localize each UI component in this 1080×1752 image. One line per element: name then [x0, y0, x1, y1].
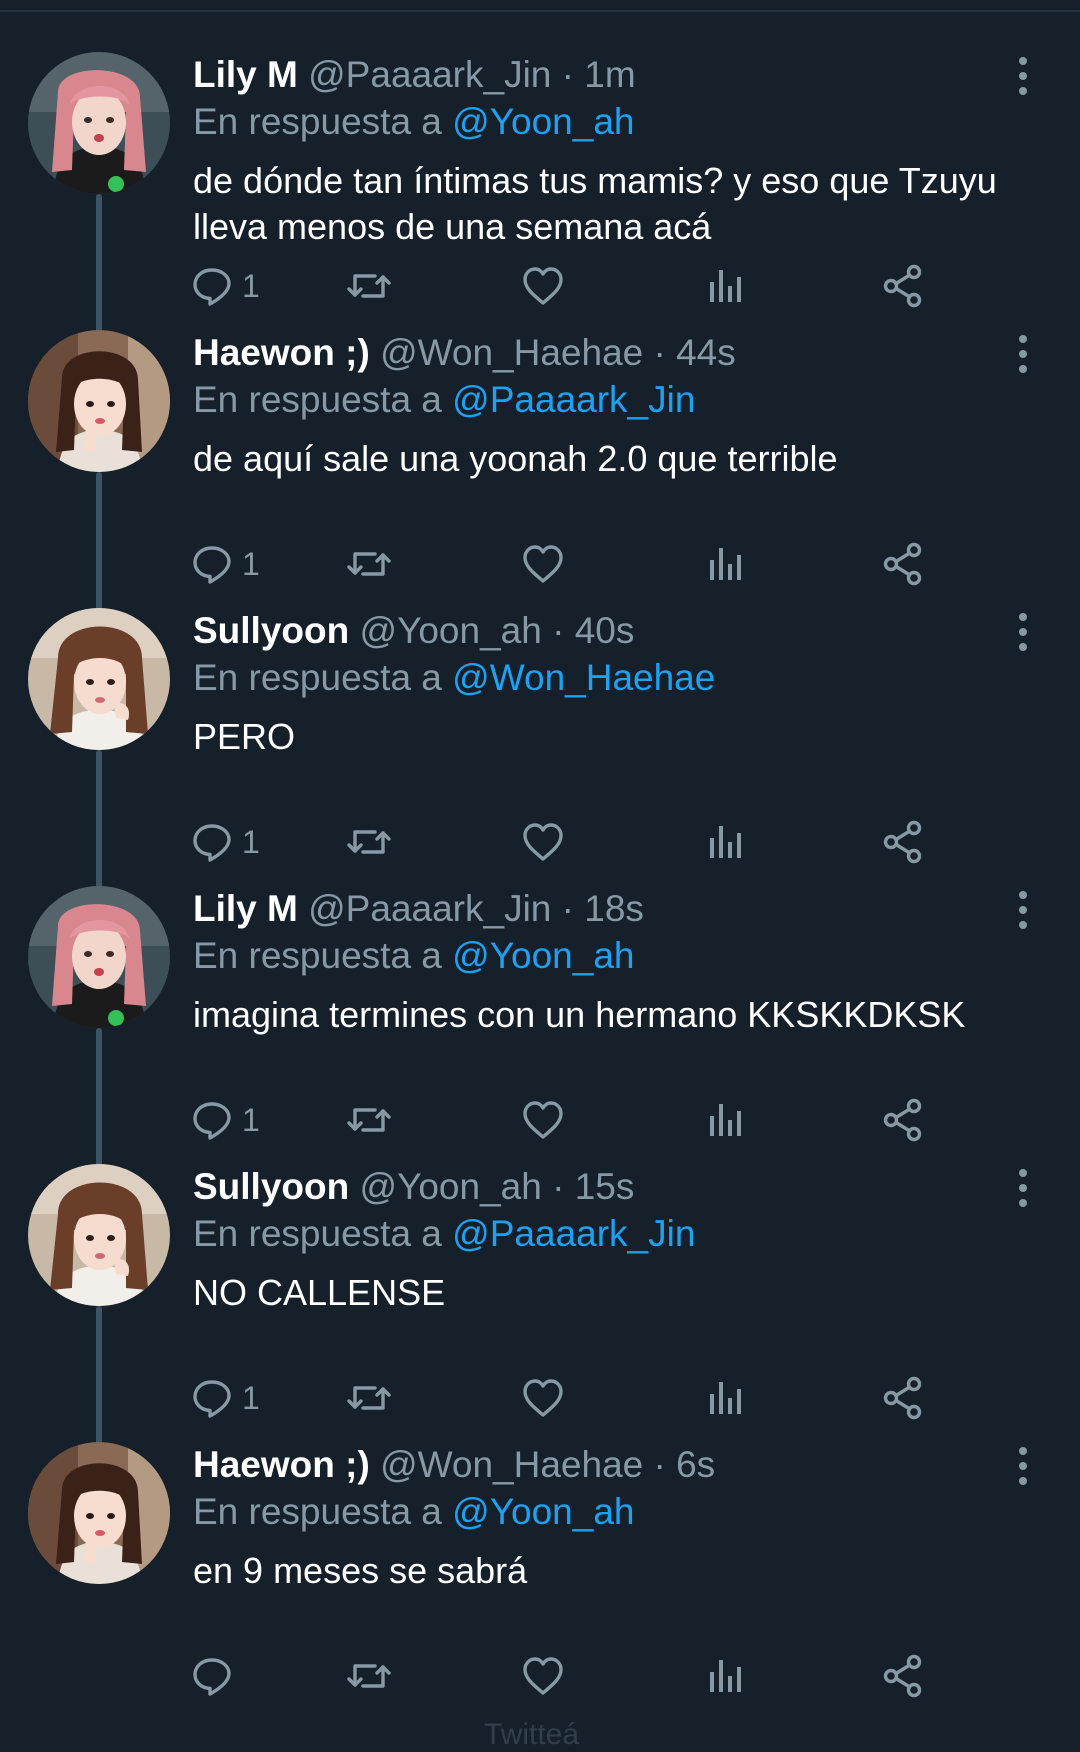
timestamp: · 44s	[653, 332, 736, 373]
display-name[interactable]: Lily M	[193, 888, 298, 929]
avatar[interactable]	[28, 52, 170, 194]
timestamp: · 15s	[552, 1166, 635, 1207]
tweet-header: Lily M @Paaaark_Jin · 18s	[193, 884, 644, 934]
user-handle[interactable]: @Paaaark_Jin	[308, 54, 551, 95]
tweet-header: Lily M @Paaaark_Jin · 1m	[193, 50, 636, 100]
tweet[interactable]: Haewon ;) @Won_Haehae · 6s En respuesta a…	[0, 1390, 1080, 1698]
reply-prefix: En respuesta a	[193, 1491, 442, 1532]
tweet-text: en 9 meses se sabrá	[193, 1550, 528, 1591]
tweet[interactable]: Haewon ;) @Won_Haehae · 44s En respuesta …	[0, 278, 1080, 614]
reply-prefix: En respuesta a	[193, 101, 442, 142]
tweet[interactable]: Lily M @Paaaark_Jin · 18s En respuesta a …	[0, 834, 1080, 1170]
share-icon[interactable]	[880, 1650, 926, 1702]
timestamp: · 1m	[561, 54, 636, 95]
reply-icon[interactable]	[190, 1650, 242, 1702]
more-vertical-icon[interactable]	[1010, 56, 1036, 96]
more-vertical-icon[interactable]	[1010, 334, 1036, 374]
compose-hint: Twitteá	[484, 1718, 580, 1751]
analytics-icon[interactable]	[705, 1650, 745, 1702]
reply-mention-link[interactable]: @Paaaark_Jin	[452, 379, 695, 420]
reply-context: En respuesta a @Won_Haehae	[193, 653, 715, 703]
display-name[interactable]: Haewon ;)	[193, 332, 370, 373]
avatar[interactable]	[28, 330, 170, 472]
user-handle[interactable]: @Paaaark_Jin	[308, 888, 551, 929]
tweet-header: Haewon ;) @Won_Haehae · 6s	[193, 1440, 715, 1490]
user-handle[interactable]: @Yoon_ah	[360, 1166, 542, 1207]
tweet-header: Sullyoon @Yoon_ah · 15s	[193, 1162, 634, 1212]
more-vertical-icon[interactable]	[1010, 890, 1036, 930]
timestamp: · 18s	[561, 888, 644, 929]
more-vertical-icon[interactable]	[1010, 1446, 1036, 1486]
tweet-text: de aquí sale una yoonah 2.0 que terrible	[193, 438, 838, 479]
tweet[interactable]: Sullyoon @Yoon_ah · 40s En respuesta a @W…	[0, 556, 1080, 892]
reply-prefix: En respuesta a	[193, 379, 442, 420]
heart-icon[interactable]	[520, 1650, 566, 1702]
reply-context: En respuesta a @Paaaark_Jin	[193, 1209, 695, 1259]
tweet-header: Haewon ;) @Won_Haehae · 44s	[193, 328, 736, 378]
reply-prefix: En respuesta a	[193, 1213, 442, 1254]
retweet-icon[interactable]	[345, 1650, 393, 1702]
tweet-text: NO CALLENSE	[193, 1272, 446, 1313]
tweet[interactable]: Lily M @Paaaark_Jin · 1m En respuesta a @…	[0, 0, 1080, 336]
reply-mention-link[interactable]: @Won_Haehae	[452, 657, 715, 698]
tweet-actions	[190, 1650, 1030, 1702]
tweet-text: de dónde tan íntimas tus mamis? y eso qu…	[193, 160, 997, 247]
user-handle[interactable]: @Won_Haehae	[380, 332, 643, 373]
avatar[interactable]	[28, 1164, 170, 1306]
reply-prefix: En respuesta a	[193, 657, 442, 698]
display-name[interactable]: Lily M	[193, 54, 298, 95]
reply-mention-link[interactable]: @Yoon_ah	[452, 101, 634, 142]
tweet[interactable]: Sullyoon @Yoon_ah · 15s En respuesta a @P…	[0, 1112, 1080, 1448]
reply-mention-link[interactable]: @Yoon_ah	[452, 935, 634, 976]
tweet-header: Sullyoon @Yoon_ah · 40s	[193, 606, 634, 656]
more-vertical-icon[interactable]	[1010, 612, 1036, 652]
reply-context: En respuesta a @Yoon_ah	[193, 97, 634, 147]
user-handle[interactable]: @Won_Haehae	[380, 1444, 643, 1485]
tweet-text: imagina termines con un hermano KKSKKDKS…	[193, 994, 966, 1035]
reply-prefix: En respuesta a	[193, 935, 442, 976]
reply-thread: Lily M @Paaaark_Jin · 1m En respuesta a @…	[0, 0, 1080, 1738]
reply-mention-link[interactable]: @Paaaark_Jin	[452, 1213, 695, 1254]
timestamp: · 6s	[653, 1444, 716, 1485]
reply-context: En respuesta a @Yoon_ah	[193, 1487, 634, 1537]
reply-context: En respuesta a @Yoon_ah	[193, 931, 634, 981]
avatar[interactable]	[28, 1442, 170, 1584]
reply-context: En respuesta a @Paaaark_Jin	[193, 375, 695, 425]
display-name[interactable]: Haewon ;)	[193, 1444, 370, 1485]
reply-mention-link[interactable]: @Yoon_ah	[452, 1491, 634, 1532]
timestamp: · 40s	[552, 610, 635, 651]
display-name[interactable]: Sullyoon	[193, 1166, 349, 1207]
user-handle[interactable]: @Yoon_ah	[360, 610, 542, 651]
more-vertical-icon[interactable]	[1010, 1168, 1036, 1208]
avatar[interactable]	[28, 608, 170, 750]
avatar[interactable]	[28, 886, 170, 1028]
display-name[interactable]: Sullyoon	[193, 610, 349, 651]
tweet-text: PERO	[193, 716, 296, 757]
